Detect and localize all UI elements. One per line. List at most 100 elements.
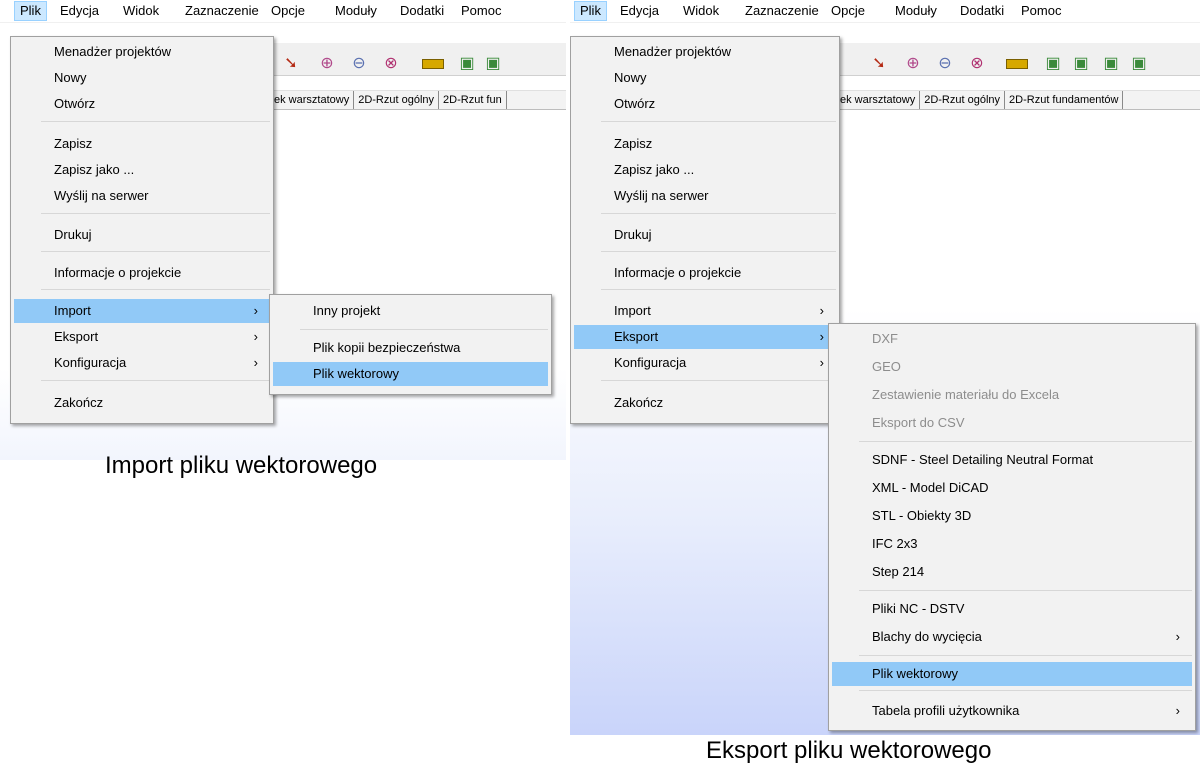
menu-item-informacje-o-projekcie[interactable]: Informacje o projekcie bbox=[14, 261, 270, 285]
menu-moduly[interactable]: Moduły bbox=[890, 2, 942, 20]
menu-separator bbox=[859, 690, 1192, 691]
menu-plik[interactable]: Plik bbox=[14, 1, 47, 21]
menu-moduly[interactable]: Moduły bbox=[330, 2, 382, 20]
menu-item-otworz[interactable]: Otwórz bbox=[574, 92, 836, 116]
menu-separator bbox=[41, 380, 270, 381]
menu-opcje[interactable]: Opcje bbox=[266, 2, 310, 20]
chevron-right-icon: › bbox=[253, 303, 258, 318]
redo-arrow-icon[interactable]: ➘ bbox=[870, 55, 888, 73]
menu-zaznaczenie[interactable]: Zaznaczenie bbox=[740, 2, 824, 20]
submenu-item-blachy-label: Blachy do wycięcia bbox=[872, 629, 982, 644]
tab-rzut-fundamentow[interactable]: 2D-Rzut fun bbox=[439, 91, 507, 109]
menu-zaznaczenie[interactable]: Zaznaczenie bbox=[180, 2, 264, 20]
menu-item-drukuj[interactable]: Drukuj bbox=[574, 223, 836, 247]
menu-plik[interactable]: Plik bbox=[574, 1, 607, 21]
menu-separator bbox=[601, 289, 836, 290]
menu-item-wyslij-na-serwer[interactable]: Wyślij na serwer bbox=[574, 184, 836, 208]
menu-pomoc[interactable]: Pomoc bbox=[1016, 2, 1066, 20]
zoom-in-icon[interactable]: ⊕ bbox=[318, 55, 336, 73]
menu-item-drukuj[interactable]: Drukuj bbox=[14, 223, 270, 247]
chevron-right-icon: › bbox=[819, 329, 824, 344]
menu-widok[interactable]: Widok bbox=[678, 2, 724, 20]
submenu-item-geo: GEO bbox=[872, 359, 901, 374]
menu-item-zapisz[interactable]: Zapisz bbox=[14, 132, 270, 156]
toolbar: ➘ ⊕ ⊖ ⊗ ▣ ▣ ▣ ▣ bbox=[836, 43, 1200, 76]
menu-item-nowy[interactable]: Nowy bbox=[14, 66, 270, 90]
menu-widok[interactable]: Widok bbox=[118, 2, 164, 20]
menu-edycja[interactable]: Edycja bbox=[55, 2, 104, 20]
chevron-right-icon: › bbox=[819, 303, 824, 318]
submenu-item-stl[interactable]: STL - Obiekty 3D bbox=[832, 504, 1192, 528]
file-menu: Menadżer projektów Nowy Otwórz Zapisz Za… bbox=[570, 36, 840, 424]
submenu-item-plik-kopii-bezpieczenstwa[interactable]: Plik kopii bezpieczeństwa bbox=[273, 336, 548, 360]
submenu-item-pliki-nc[interactable]: Pliki NC - DSTV bbox=[832, 597, 1192, 621]
menu-separator bbox=[859, 441, 1192, 442]
menubar: Plik Edycja Widok Zaznaczenie Opcje Modu… bbox=[570, 0, 1200, 23]
menu-item-konfiguracja-label: Konfiguracja bbox=[614, 355, 687, 370]
3d-view-icon[interactable]: ▣ bbox=[1072, 55, 1090, 73]
tab-rzut-ogolny[interactable]: 2D-Rzut ogólny bbox=[920, 91, 1006, 109]
menu-separator bbox=[41, 251, 270, 252]
3d-view-icon[interactable]: ▣ bbox=[1044, 55, 1062, 73]
export-submenu: DXF GEO Zestawienie materiału do Excela … bbox=[828, 323, 1196, 731]
menu-item-zapisz-jako[interactable]: Zapisz jako ... bbox=[574, 158, 836, 182]
3d-view-icon[interactable]: ▣ bbox=[484, 55, 502, 73]
view-tabs: ek warsztatowy 2D-Rzut ogólny 2D-Rzut fun bbox=[270, 90, 566, 110]
menu-separator bbox=[601, 121, 836, 122]
toolbar: ➘ ⊕ ⊖ ⊗ ▣ ▣ bbox=[270, 43, 566, 76]
menu-item-import[interactable]: Import › bbox=[574, 299, 836, 323]
menu-item-zapisz[interactable]: Zapisz bbox=[574, 132, 836, 156]
menu-item-nowy[interactable]: Nowy bbox=[574, 66, 836, 90]
menu-item-wyslij-na-serwer[interactable]: Wyślij na serwer bbox=[14, 184, 270, 208]
menu-item-zapisz-jako[interactable]: Zapisz jako ... bbox=[14, 158, 270, 182]
menu-opcje[interactable]: Opcje bbox=[826, 2, 870, 20]
zoom-out-icon[interactable]: ⊖ bbox=[936, 55, 954, 73]
menu-edycja[interactable]: Edycja bbox=[615, 2, 664, 20]
export-screenshot-panel: Plik Edycja Widok Zaznaczenie Opcje Modu… bbox=[570, 0, 1200, 735]
submenu-item-sdnf[interactable]: SDNF - Steel Detailing Neutral Format bbox=[832, 448, 1192, 472]
submenu-item-plik-wektorowy[interactable]: Plik wektorowy bbox=[273, 362, 548, 386]
menu-dodatki[interactable]: Dodatki bbox=[955, 2, 1009, 20]
submenu-item-tabela-profili[interactable]: Tabela profili użytkownika › bbox=[832, 699, 1192, 723]
menu-item-import[interactable]: Import › bbox=[14, 299, 270, 323]
menu-item-zakoncz[interactable]: Zakończ bbox=[574, 391, 836, 415]
submenu-item-xml-dicad[interactable]: XML - Model DiCAD bbox=[832, 476, 1192, 500]
menu-item-konfiguracja[interactable]: Konfiguracja › bbox=[574, 351, 836, 375]
menu-item-eksport-label: Eksport bbox=[54, 329, 99, 344]
menu-pomoc[interactable]: Pomoc bbox=[456, 2, 506, 20]
submenu-item-ifc[interactable]: IFC 2x3 bbox=[832, 532, 1192, 556]
3d-view-icon[interactable]: ▣ bbox=[1130, 55, 1148, 73]
tab-warsztatowy[interactable]: ek warsztatowy bbox=[836, 91, 921, 109]
menu-item-zakoncz[interactable]: Zakończ bbox=[14, 391, 270, 415]
menu-item-eksport[interactable]: Eksport › bbox=[574, 325, 836, 349]
tab-rzut-fundamentow[interactable]: 2D-Rzut fundamentów bbox=[1005, 91, 1124, 109]
chevron-right-icon: › bbox=[253, 355, 258, 370]
measure-ruler-icon[interactable] bbox=[1006, 59, 1028, 69]
view-tabs: ek warsztatowy 2D-Rzut ogólny 2D-Rzut fund… bbox=[836, 90, 1200, 110]
submenu-item-inny-projekt[interactable]: Inny projekt bbox=[273, 299, 548, 323]
menu-separator bbox=[601, 213, 836, 214]
measure-ruler-icon[interactable] bbox=[422, 59, 444, 69]
tab-rzut-ogolny[interactable]: 2D-Rzut ogólny bbox=[354, 91, 440, 109]
tab-warsztatowy[interactable]: ek warsztatowy bbox=[270, 91, 355, 109]
menu-item-import-label: Import bbox=[54, 303, 91, 318]
submenu-item-plik-wektorowy[interactable]: Plik wektorowy bbox=[832, 662, 1192, 686]
3d-view-icon[interactable]: ▣ bbox=[458, 55, 476, 73]
menu-item-konfiguracja[interactable]: Konfiguracja › bbox=[14, 351, 270, 375]
submenu-item-step[interactable]: Step 214 bbox=[832, 560, 1192, 584]
3d-view-icon[interactable]: ▣ bbox=[1102, 55, 1120, 73]
zoom-out-icon[interactable]: ⊖ bbox=[350, 55, 368, 73]
caption-export: Eksport pliku wektorowego bbox=[706, 737, 992, 764]
menu-item-informacje-o-projekcie[interactable]: Informacje o projekcie bbox=[574, 261, 836, 285]
menu-item-otworz[interactable]: Otwórz bbox=[14, 92, 270, 116]
zoom-in-icon[interactable]: ⊕ bbox=[904, 55, 922, 73]
menu-item-menadzer-projektow[interactable]: Menadżer projektów bbox=[574, 40, 836, 64]
menu-item-menadzer-projektow[interactable]: Menadżer projektów bbox=[14, 40, 270, 64]
menu-item-eksport[interactable]: Eksport › bbox=[14, 325, 270, 349]
zoom-window-icon[interactable]: ⊗ bbox=[968, 55, 986, 73]
submenu-item-blachy-do-wyciecia[interactable]: Blachy do wycięcia › bbox=[832, 625, 1192, 649]
redo-arrow-icon[interactable]: ➘ bbox=[282, 55, 300, 73]
zoom-window-icon[interactable]: ⊗ bbox=[382, 55, 400, 73]
menu-dodatki[interactable]: Dodatki bbox=[395, 2, 449, 20]
import-screenshot-panel: Plik Edycja Widok Zaznaczenie Opcje Modu… bbox=[0, 0, 566, 460]
